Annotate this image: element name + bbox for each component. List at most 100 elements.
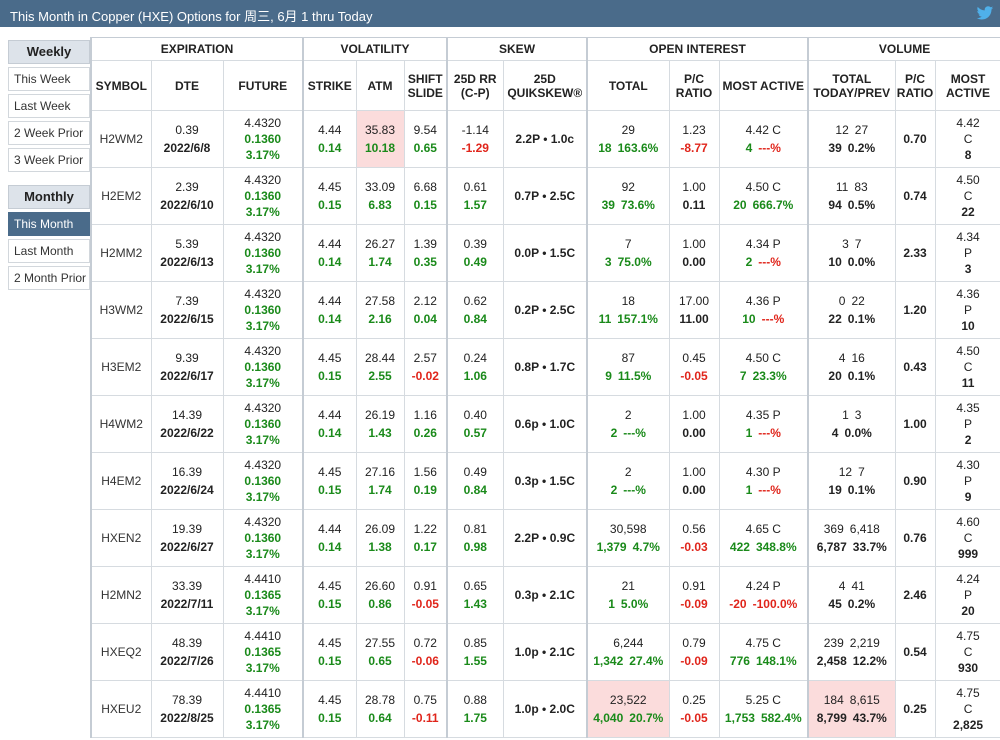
col-future[interactable]: FUTURE xyxy=(222,60,304,111)
vol-total-cell: 4 41 45 0.2% xyxy=(807,566,896,624)
atm-cell: 26.09 1.38 xyxy=(355,509,405,567)
col-25d-rr[interactable]: 25D RR (C-P) xyxy=(446,60,504,111)
vol-today: 12 xyxy=(838,465,853,479)
oi-change: 1,379 xyxy=(596,540,627,554)
oi-pc-ratio: 1.00 xyxy=(682,408,706,422)
sidebar-item-this-week[interactable]: This Week xyxy=(8,67,90,91)
oi-total: 6,244 xyxy=(613,636,644,650)
symbol-cell[interactable]: HXEU2 xyxy=(90,680,152,738)
shift-slide: 1.16 xyxy=(413,408,437,422)
atm-vol: 27.58 xyxy=(365,294,396,308)
shift-slide-cell: 0.91 -0.05 xyxy=(403,566,448,624)
dte-value: 16.39 xyxy=(171,465,203,479)
twitter-icon[interactable] xyxy=(976,4,994,22)
symbol-cell[interactable]: H3WM2 xyxy=(90,281,152,339)
shift-slide: 0.72 xyxy=(413,636,437,650)
future-cell: 4.4320 0.1360 3.17% xyxy=(222,167,304,225)
symbol-cell[interactable]: H2WM2 xyxy=(90,110,152,168)
col-vol-pc-ratio[interactable]: P/C RATIO xyxy=(894,60,936,111)
symbol-cell[interactable]: H4WM2 xyxy=(90,395,152,453)
sidebar-item-last-month[interactable]: Last Month xyxy=(8,239,90,263)
col-symbol[interactable]: SYMBOL xyxy=(90,60,152,111)
table-body: H2WM2 0.39 2022/6/8 4.4320 0.1360 3.17% 4.44 0.… xyxy=(90,110,1000,738)
vol-prev: 6,418 xyxy=(849,522,880,536)
table-row[interactable]: H3WM2 7.39 2022/6/15 4.4320 0.1360 3.17% 4.44 0… xyxy=(90,281,1000,339)
future-change-pct: 3.17% xyxy=(245,490,280,504)
symbol-cell[interactable]: H2MM2 xyxy=(90,224,152,282)
col-oi-total[interactable]: TOTAL xyxy=(586,60,670,111)
oi-total-cell: 18 11 157.1% xyxy=(586,281,670,339)
quikskew-value: 1.0p • 2.0C xyxy=(514,702,575,716)
vol-pc-ratio: 0.74 xyxy=(903,189,927,203)
col-vol-most-active[interactable]: MOST ACTIVE xyxy=(934,60,1000,111)
vol-today: 3 xyxy=(842,237,849,251)
vol-pc-ratio: 0.54 xyxy=(903,645,927,659)
sidebar-item-2-week-prior[interactable]: 2 Week Prior xyxy=(8,121,90,145)
vol-most-active-strike: 4.30 xyxy=(956,458,980,472)
col-quikskew[interactable]: 25D QUIKSKEW® xyxy=(502,60,588,111)
rr-change: 1.57 xyxy=(463,198,487,212)
sidebar-item-2-month-prior[interactable]: 2 Month Prior xyxy=(8,266,90,290)
future-change-pct: 3.17% xyxy=(245,205,280,219)
symbol: H2MM2 xyxy=(100,246,143,260)
table-row[interactable]: H2EM2 2.39 2022/6/10 4.4320 0.1360 3.17% 4.45 0… xyxy=(90,167,1000,225)
symbol-cell[interactable]: H2MN2 xyxy=(90,566,152,624)
oi-change-pct: 5.0% xyxy=(620,597,649,611)
shift-slide-cell: 0.75 -0.11 xyxy=(403,680,448,738)
col-oi-most-active[interactable]: MOST ACTIVE xyxy=(718,60,809,111)
symbol-cell[interactable]: H3EM2 xyxy=(90,338,152,396)
future-cell: 4.4320 0.1360 3.17% xyxy=(222,281,304,339)
table-row[interactable]: HXEU2 78.39 2022/8/25 4.4410 0.1365 3.17% 4.45… xyxy=(90,680,1000,738)
oi-most-active-pct: 666.7% xyxy=(752,198,794,212)
future-cell: 4.4410 0.1365 3.17% xyxy=(222,623,304,681)
table-row[interactable]: H3EM2 9.39 2022/6/17 4.4320 0.1360 3.17% 4.45 0… xyxy=(90,338,1000,396)
symbol-cell[interactable]: H2EM2 xyxy=(90,167,152,225)
table-row[interactable]: H2MM2 5.39 2022/6/13 4.4320 0.1360 3.17% 4.44 0… xyxy=(90,224,1000,282)
table-row[interactable]: HXEQ2 48.39 2022/7/26 4.4410 0.1365 3.17% 4.45… xyxy=(90,623,1000,681)
quikskew-value: 2.2P • 1.0c xyxy=(515,132,575,146)
oi-pc-change: 0.00 xyxy=(682,255,706,269)
table-row[interactable]: H2MN2 33.39 2022/7/11 4.4410 0.1365 3.17% 4.45… xyxy=(90,566,1000,624)
vol-most-active-cell: 4.50 C 22 xyxy=(934,167,1000,225)
vol-most-active-cell: 4.35 P 2 xyxy=(934,395,1000,453)
strike-change: 0.14 xyxy=(318,312,342,326)
col-shift-slide[interactable]: SHIFT SLIDE xyxy=(403,60,448,111)
vol-prev: 2,219 xyxy=(849,636,880,650)
vol-pct: 0.0% xyxy=(844,426,872,440)
symbol-cell[interactable]: HXEN2 xyxy=(90,509,152,567)
vol-today: 4 xyxy=(838,351,846,365)
future-cell: 4.4320 0.1360 3.17% xyxy=(222,110,304,168)
col-atm[interactable]: ATM xyxy=(355,60,405,111)
table-row[interactable]: H4WM2 14.39 2022/6/22 4.4320 0.1360 3.17% 4.44… xyxy=(90,395,1000,453)
atm-vol: 26.09 xyxy=(365,522,396,536)
rr-value: 0.24 xyxy=(463,351,487,365)
strike-change: 0.14 xyxy=(318,426,342,440)
col-oi-pc-ratio[interactable]: P/C RATIO xyxy=(668,60,720,111)
vol-most-active-cell: 4.34 P 3 xyxy=(934,224,1000,282)
table-row[interactable]: HXEN2 19.39 2022/6/27 4.4320 0.1360 3.17% 4.44… xyxy=(90,509,1000,567)
sidebar-item-last-week[interactable]: Last Week xyxy=(8,94,90,118)
vol-prev: 8,615 xyxy=(849,693,880,707)
sidebar-item-this-month[interactable]: This Month xyxy=(8,212,90,236)
atm-change: 0.86 xyxy=(368,597,392,611)
future-change: 0.1360 xyxy=(244,189,282,203)
vol-most-active-strike: 4.34 xyxy=(956,230,980,244)
table-row[interactable]: H4EM2 16.39 2022/6/24 4.4320 0.1360 3.17% 4.45… xyxy=(90,452,1000,510)
sidebar-item-3-week-prior[interactable]: 3 Week Prior xyxy=(8,148,90,172)
shift-slide-change: 0.26 xyxy=(413,426,437,440)
symbol-cell[interactable]: HXEQ2 xyxy=(90,623,152,681)
oi-most-active-pct: 582.4% xyxy=(760,711,802,725)
col-dte[interactable]: DTE xyxy=(150,60,224,111)
col-strike[interactable]: STRIKE xyxy=(302,60,357,111)
oi-total: 87 xyxy=(621,351,635,365)
vol-most-active-volume: 8 xyxy=(964,148,972,162)
symbol-cell[interactable]: H4EM2 xyxy=(90,452,152,510)
shift-slide-change: 0.17 xyxy=(413,540,437,554)
strike: 4.45 xyxy=(318,636,342,650)
oi-pc-ratio: 0.79 xyxy=(682,636,706,650)
col-vol-total[interactable]: TOTAL TODAY/PREV xyxy=(807,60,896,111)
future-change-pct: 3.17% xyxy=(245,604,280,618)
future-price: 4.4410 xyxy=(244,629,282,643)
quikskew-cell: 0.7P • 2.5C xyxy=(502,167,588,225)
table-row[interactable]: H2WM2 0.39 2022/6/8 4.4320 0.1360 3.17% 4.44 0.… xyxy=(90,110,1000,168)
